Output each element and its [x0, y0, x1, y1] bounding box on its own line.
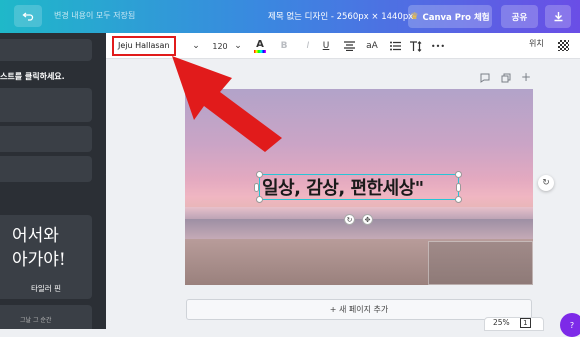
color-swatch-bar	[254, 49, 266, 53]
resize-handle[interactable]	[456, 183, 461, 192]
refresh-icon[interactable]: ↻	[538, 175, 554, 191]
list-icon	[389, 41, 401, 51]
italic-button[interactable]: I	[302, 38, 314, 54]
bold-button[interactable]: B	[278, 38, 290, 54]
move-icon[interactable]: ✥	[362, 214, 373, 225]
chevron-down-icon[interactable]: ⌄	[232, 38, 244, 54]
list-button[interactable]	[388, 38, 402, 54]
text-color-icon: A	[256, 38, 264, 50]
undo-button[interactable]	[14, 5, 42, 27]
text-style-card[interactable]	[0, 88, 92, 122]
spacing-button[interactable]	[409, 38, 423, 54]
background-sea	[185, 219, 533, 239]
align-icon	[343, 41, 355, 51]
side-panel: 스트를 클릭하세요. 어서와 아가야! 타일러 핀 그날 그 순간	[0, 33, 106, 329]
comment-icon[interactable]	[480, 73, 490, 86]
font-combination-card[interactable]: 어서와 아가야! 타일러 핀	[0, 215, 92, 299]
underline-button[interactable]: U	[320, 38, 332, 54]
text-color-button[interactable]: A	[253, 38, 267, 54]
font-size-input[interactable]: 120	[210, 38, 230, 54]
top-bar: 변경 내용이 모두 저장됨 제목 없는 디자인 - 2560px × 1440p…	[0, 0, 580, 33]
undo-icon	[22, 12, 34, 21]
font-combination-card[interactable]: 그날 그 순간	[0, 305, 92, 329]
share-button[interactable]: 공유	[501, 5, 538, 28]
transparency-icon[interactable]	[558, 40, 569, 51]
canva-pro-trial-label: Canva Pro 체험	[422, 12, 490, 23]
resize-handle[interactable]	[455, 171, 462, 178]
rotate-icon[interactable]: ↻	[344, 214, 355, 225]
save-status: 변경 내용이 모두 저장됨	[54, 11, 136, 20]
canva-pro-trial-button[interactable]: ♛ Canva Pro 체험	[408, 5, 492, 28]
image-element[interactable]	[428, 241, 533, 285]
font-preview-caption: 타일러 핀	[31, 284, 61, 293]
help-button[interactable]: ?	[560, 313, 580, 337]
side-panel-hint: 스트를 클릭하세요.	[0, 72, 65, 81]
download-icon	[554, 12, 562, 22]
resize-handle[interactable]	[455, 196, 462, 203]
add-icon[interactable]: +	[521, 70, 531, 84]
crown-icon: ♛	[410, 11, 419, 22]
duplicate-icon[interactable]	[501, 73, 511, 86]
more-options-button[interactable]: •••	[430, 38, 446, 54]
align-button[interactable]	[342, 38, 356, 54]
resize-handle[interactable]	[256, 196, 263, 203]
font-family-select[interactable]: Jeju Hallasan	[112, 36, 176, 56]
text-style-card[interactable]	[0, 156, 92, 182]
side-search-input[interactable]	[0, 39, 92, 61]
text-toolbar: Jeju Hallasan ⌄ 120 ⌄ A B I U aA ••• 위치	[106, 33, 580, 59]
document-title[interactable]: 제목 없는 디자인 - 2560px × 1440px	[268, 10, 413, 22]
position-button[interactable]: 위치	[529, 38, 544, 49]
font-preview-caption: 그날 그 순간	[20, 317, 52, 324]
letter-case-button[interactable]: aA	[364, 38, 380, 54]
resize-handle[interactable]	[256, 171, 263, 178]
page-count[interactable]: 1	[520, 318, 531, 328]
add-page-button[interactable]: + 새 페이지 추가	[186, 299, 532, 320]
font-preview-line1: 어서와	[12, 226, 59, 246]
line-spacing-icon	[410, 40, 422, 52]
text-style-card[interactable]	[0, 126, 92, 152]
chevron-down-icon[interactable]: ⌄	[190, 38, 202, 54]
zoom-level: 25%	[493, 318, 510, 327]
resize-handle[interactable]	[254, 183, 259, 192]
font-preview-line2: 아가야!	[12, 250, 66, 270]
canvas-text-element[interactable]: 일상, 감상, 편한세상"	[262, 174, 424, 200]
download-button[interactable]	[545, 5, 571, 28]
